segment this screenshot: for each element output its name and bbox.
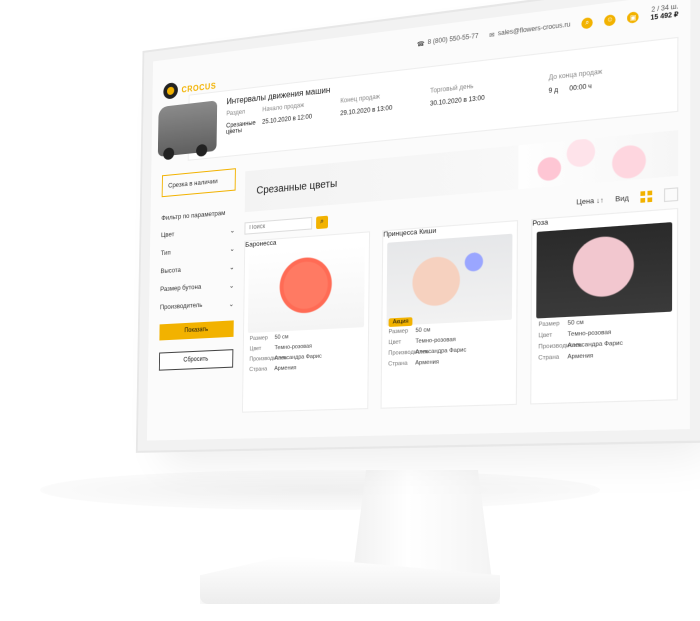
show-button[interactable]: Показать [159, 320, 233, 340]
grid-view-icon[interactable] [640, 191, 652, 203]
email-link[interactable]: ✉ sales@flowers-crocus.ru [489, 21, 570, 39]
mail-icon: ✉ [489, 31, 494, 39]
spec-value: Александра Фарис [274, 352, 361, 362]
phone-icon: ☎ [417, 40, 425, 48]
product-grid: Баронесса Размер 50 см Цвет Темно-розовая … [242, 208, 678, 413]
monitor-screen: ☎ 8 (800) 550-55-77 ✉ sales@flowers-croc… [147, 0, 691, 441]
cart-summary[interactable]: 2 / 34 ш. 15 492 ₽ [650, 4, 678, 23]
product-card[interactable]: Принцесса Киши Акция Размер 50 см Цвет Тем… [381, 220, 518, 409]
spec-value: Александра Фарис [567, 338, 669, 349]
website: ☎ 8 (800) 550-55-77 ✉ sales@flowers-croc… [147, 0, 691, 441]
crocus-logo-icon [163, 82, 178, 100]
sale-badge: Акция [389, 317, 413, 327]
spec-key: Производитель [388, 349, 415, 357]
chevron-down-icon: ⌄ [230, 226, 235, 235]
user-icon[interactable]: ☺ [604, 14, 615, 27]
product-mockup: ☎ 8 (800) 550-55-77 ✉ sales@flowers-croc… [0, 0, 700, 621]
chevron-down-icon: ⌄ [229, 300, 234, 308]
sidebar-filters: Срезка в наличии Фильтр по параметрам Цв… [158, 168, 236, 426]
search-input[interactable] [244, 217, 312, 235]
filter-color-label: Цвет [161, 231, 174, 240]
spec-value: 50 см [415, 323, 509, 334]
filter-height[interactable]: Высота ⌄ [160, 263, 234, 276]
van-icon [158, 100, 217, 156]
sort-price[interactable]: Цена ↓↑ [576, 196, 603, 206]
filter-title: Фильтр по параметрам [161, 209, 235, 222]
reset-button[interactable]: Сбросить [159, 349, 233, 371]
search-icon[interactable]: ⌕ [316, 216, 328, 229]
spec-key: Цвет [388, 339, 415, 347]
spec-value: Армения [567, 350, 669, 361]
filter-type[interactable]: Тип ⌄ [161, 245, 235, 259]
countdown-hours: 00:00 ч [569, 84, 591, 100]
filter-producer-label: Производитель [160, 302, 203, 313]
spec-value: Темно-розовая [568, 327, 670, 338]
filter-producer[interactable]: Производитель ⌄ [160, 300, 234, 312]
product-card[interactable]: Баронесса Размер 50 см Цвет Темно-розовая … [242, 231, 370, 412]
sort-icon: ↓↑ [596, 196, 603, 204]
product-card[interactable]: Роза Размер 50 см Цвет Темно-розовая Произ… [530, 208, 678, 405]
email-text: sales@flowers-crocus.ru [498, 22, 571, 38]
spec-key: Страна [249, 366, 274, 373]
spec-value: Армения [415, 356, 509, 366]
category-banner-flowers [518, 130, 678, 189]
filter-color[interactable]: Цвет ⌄ [161, 226, 235, 240]
intervals-col-section: Раздел [226, 107, 262, 117]
sort-label: Цена [576, 197, 594, 206]
sort-view-controls: Цена ↓↑ Вид [576, 187, 678, 209]
product-specs: Размер 50 см Цвет Темно-розовая Производит… [388, 323, 510, 368]
filter-bud-size[interactable]: Размер бутона ⌄ [160, 281, 234, 294]
spec-key: Страна [388, 360, 415, 368]
filter-type-label: Тип [161, 249, 171, 258]
countdown-days: 9 д [549, 87, 559, 101]
spec-key: Размер [388, 328, 415, 336]
phone-text: 8 (800) 550-55-77 [428, 33, 479, 46]
product-specs: Размер 50 см Цвет Темно-розовая Производит… [249, 330, 362, 373]
spec-key: Цвет [249, 345, 274, 352]
spec-value: Александра Фарис [415, 345, 509, 356]
search-icon[interactable]: ⌕ [582, 17, 593, 29]
cart-icon[interactable]: ▣ [627, 11, 639, 24]
stock-filter[interactable]: Срезка в наличии [162, 168, 236, 197]
filter-bud-size-label: Размер бутона [160, 284, 201, 295]
category-title: Срезанные цветы [256, 178, 337, 197]
spec-key: Производитель [538, 343, 567, 351]
spec-key: Размер [250, 335, 275, 342]
spec-key: Цвет [538, 331, 567, 339]
spec-value: 50 см [568, 315, 670, 327]
intervals-section: Срезанные цветы [226, 120, 262, 136]
spec-value: Армения [274, 362, 361, 372]
spec-value: Темно-розовая [415, 334, 509, 345]
spec-value: 50 см [275, 330, 362, 341]
catalog-search: ⌕ [244, 216, 328, 235]
product-image[interactable] [536, 222, 672, 318]
chevron-down-icon: ⌄ [229, 263, 234, 272]
product-image[interactable] [248, 244, 365, 333]
spec-value: Темно-розовая [274, 341, 361, 351]
filter-height-label: Высота [160, 267, 180, 276]
spec-key: Размер [538, 320, 567, 328]
view-label: Вид [615, 194, 629, 203]
chevron-down-icon: ⌄ [230, 245, 235, 254]
spec-key: Производитель [249, 356, 274, 363]
monitor: ☎ 8 (800) 550-55-77 ✉ sales@flowers-croc… [0, 0, 700, 621]
list-view-icon[interactable] [664, 187, 678, 202]
chevron-down-icon: ⌄ [229, 281, 234, 290]
intervals-start: 25.10.2020 в 12:00 [262, 111, 340, 132]
product-image[interactable] [386, 234, 512, 326]
spec-key: Страна [538, 354, 567, 362]
product-specs: Размер 50 см Цвет Темно-розовая Производит… [538, 315, 669, 362]
intervals-end: 29.10.2020 в 13:00 [340, 101, 430, 123]
phone-link[interactable]: ☎ 8 (800) 550-55-77 [417, 33, 479, 48]
